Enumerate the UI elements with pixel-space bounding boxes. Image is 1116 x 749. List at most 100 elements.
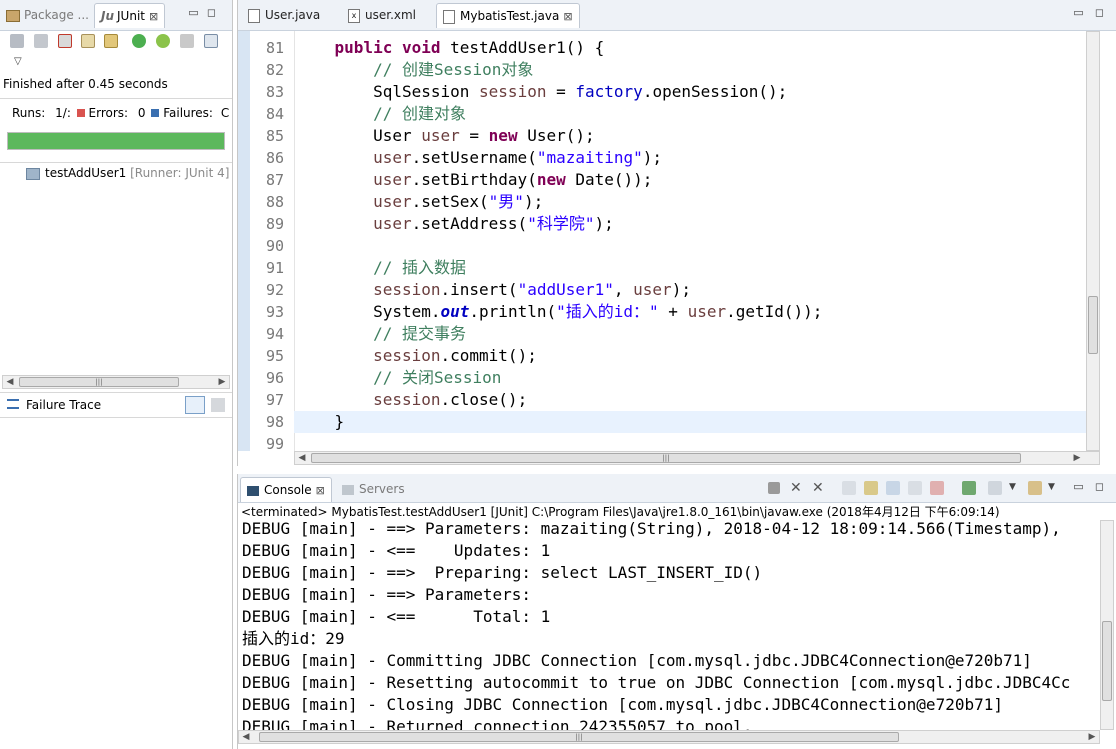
test-tree-item[interactable]: testAddUser1 [Runner: JUnit 4] ( — [26, 166, 231, 180]
console-line: 插入的id：29 — [242, 629, 345, 648]
test-tree-h-scrollbar[interactable]: ◀ ||| ▶ — [2, 375, 230, 389]
line-number: 83 — [265, 83, 284, 101]
tab-label: Console — [264, 483, 312, 497]
maximize-icon[interactable]: ◻ — [1094, 7, 1105, 18]
code-line[interactable]: 88 user.setSex("男"); — [238, 191, 1084, 213]
code-line[interactable]: 83 SqlSession session = factory.openSess… — [238, 81, 1084, 103]
minimize-icon[interactable]: ▭ — [1073, 7, 1084, 18]
divider — [0, 162, 232, 163]
code-line[interactable]: 82 // 创建Session对象 — [238, 59, 1084, 81]
code-line[interactable]: 99 — [238, 433, 1084, 451]
code-text: user.setSex("男"); — [373, 192, 544, 211]
close-icon[interactable]: ⊠ — [316, 484, 325, 497]
minimize-icon[interactable]: ▭ — [1073, 481, 1084, 492]
view-menu-icon[interactable]: ▽ — [14, 56, 22, 67]
scrollbar-thumb[interactable]: ||| — [311, 453, 1021, 463]
code-line[interactable]: 87 user.setBirthday(new Date()); — [238, 169, 1084, 191]
scroll-right-icon[interactable]: ▶ — [1086, 731, 1098, 743]
scrollbar-thumb[interactable] — [1102, 621, 1112, 701]
code-line[interactable]: 96 // 关闭Session — [238, 367, 1084, 389]
clear-console-icon[interactable] — [842, 481, 856, 495]
code-text: SqlSession session = factory.openSession… — [296, 82, 788, 101]
stack-trace-filter-icon[interactable] — [185, 396, 205, 414]
scroll-left-icon[interactable]: ◀ — [4, 376, 16, 388]
console-h-scrollbar[interactable]: ◀ ||| ▶ — [238, 730, 1100, 744]
pin-console-icon[interactable] — [962, 481, 976, 495]
tab-servers[interactable]: Servers — [336, 477, 411, 501]
editor-v-scrollbar[interactable] — [1086, 31, 1100, 451]
compare-result-icon[interactable] — [211, 398, 225, 412]
code-line[interactable]: 98 } — [266, 411, 1086, 433]
code-line[interactable]: 91 // 插入数据 — [238, 257, 1084, 279]
code-text: user.setAddress("科学院"); — [373, 214, 614, 233]
code-line[interactable]: 84 // 创建对象 — [238, 103, 1084, 125]
tab-label: MybatisTest.java — [460, 9, 560, 23]
progress-fill — [8, 133, 224, 149]
show-on-error-icon[interactable] — [930, 481, 944, 495]
rerun-test-icon[interactable] — [132, 34, 146, 48]
next-failure-icon[interactable] — [10, 34, 24, 48]
code-line[interactable]: 92 session.insert("addUser1", user); — [238, 279, 1084, 301]
scroll-lock-icon[interactable] — [81, 34, 95, 48]
console-v-scrollbar[interactable] — [1100, 520, 1114, 730]
code-line[interactable]: 93 System.out.println("插入的id：" + user.ge… — [238, 301, 1084, 323]
code-line[interactable]: 89 user.setAddress("科学院"); — [238, 213, 1084, 235]
code-area[interactable]: 81 public void testAddUser1() {82 // 创建S… — [238, 31, 1100, 451]
tab-label: JUnit — [117, 9, 145, 23]
editor-h-scrollbar[interactable]: ◀ ||| ▶ — [294, 451, 1100, 465]
line-number: 92 — [265, 281, 284, 299]
open-console-icon[interactable] — [1028, 481, 1042, 495]
scroll-right-icon[interactable]: ▶ — [216, 376, 228, 388]
test-history-icon[interactable] — [204, 34, 218, 48]
word-wrap-icon[interactable] — [886, 481, 900, 495]
rerun-failed-first-icon[interactable] — [156, 34, 170, 48]
code-line[interactable]: 86 user.setUsername("mazaiting"); — [238, 147, 1084, 169]
maximize-icon[interactable]: ◻ — [1094, 481, 1105, 492]
console-output[interactable]: DEBUG [main] - ==> Parameters: mazaiting… — [238, 518, 1100, 730]
scrollbar-thumb[interactable] — [1088, 296, 1098, 354]
minimize-icon[interactable]: ▭ — [188, 7, 199, 18]
editor-tabbar: User.java x user.xml MybatisTest.java ⊠ ▭ … — [238, 0, 1116, 31]
chevron-down-icon[interactable]: ▼ — [1048, 482, 1055, 492]
tab-user-xml[interactable]: x user.xml — [342, 3, 422, 27]
scroll-right-icon[interactable]: ▶ — [1071, 452, 1083, 464]
tab-mybatistest-java[interactable]: MybatisTest.java ⊠ — [436, 3, 580, 28]
scroll-left-icon[interactable]: ◀ — [240, 731, 252, 743]
code-text: session.close(); — [373, 390, 528, 409]
scrollbar-thumb[interactable]: ||| — [259, 732, 899, 742]
servers-icon — [342, 484, 354, 495]
junit-toolbar — [8, 34, 223, 52]
tab-console[interactable]: Console ⊠ — [240, 477, 332, 502]
show-on-output-icon[interactable] — [908, 481, 922, 495]
terminate-icon[interactable] — [768, 482, 780, 494]
remove-all-icon[interactable]: ✕ — [812, 481, 826, 495]
code-text: user.setUsername("mazaiting"); — [373, 148, 663, 167]
maximize-icon[interactable]: ◻ — [206, 7, 217, 18]
tab-label: user.xml — [365, 8, 417, 22]
code-line[interactable]: 90 — [238, 235, 1084, 257]
tab-package-explorer[interactable]: Package ... — [0, 3, 95, 27]
tab-junit[interactable]: Ju JUnit ⊠ — [94, 3, 166, 28]
line-number: 96 — [265, 369, 284, 387]
scrollbar-thumb[interactable]: ||| — [19, 377, 179, 387]
lock-icon[interactable] — [104, 34, 118, 48]
code-text: // 创建Session对象 — [373, 60, 534, 79]
line-number: 84 — [265, 105, 284, 123]
chevron-down-icon[interactable]: ▼ — [1009, 482, 1016, 492]
stop-icon[interactable] — [180, 34, 194, 48]
code-line[interactable]: 81 public void testAddUser1() { — [238, 37, 1084, 59]
code-line[interactable]: 97 session.close(); — [238, 389, 1084, 411]
tab-user-java[interactable]: User.java — [242, 3, 326, 27]
remove-launch-icon[interactable]: ✕ — [790, 481, 804, 495]
left-tabbar: Package ... Ju JUnit ⊠ ▭ ◻ — [0, 0, 232, 31]
show-failures-only-icon[interactable] — [58, 34, 72, 48]
scroll-left-icon[interactable]: ◀ — [296, 452, 308, 464]
code-line[interactable]: 95 session.commit(); — [238, 345, 1084, 367]
close-icon[interactable]: ⊠ — [149, 10, 158, 23]
previous-failure-icon[interactable] — [34, 34, 48, 48]
close-icon[interactable]: ⊠ — [563, 10, 572, 23]
scroll-lock-icon[interactable] — [864, 481, 878, 495]
code-line[interactable]: 94 // 提交事务 — [238, 323, 1084, 345]
code-line[interactable]: 85 User user = new User(); — [238, 125, 1084, 147]
display-console-icon[interactable] — [988, 481, 1002, 495]
